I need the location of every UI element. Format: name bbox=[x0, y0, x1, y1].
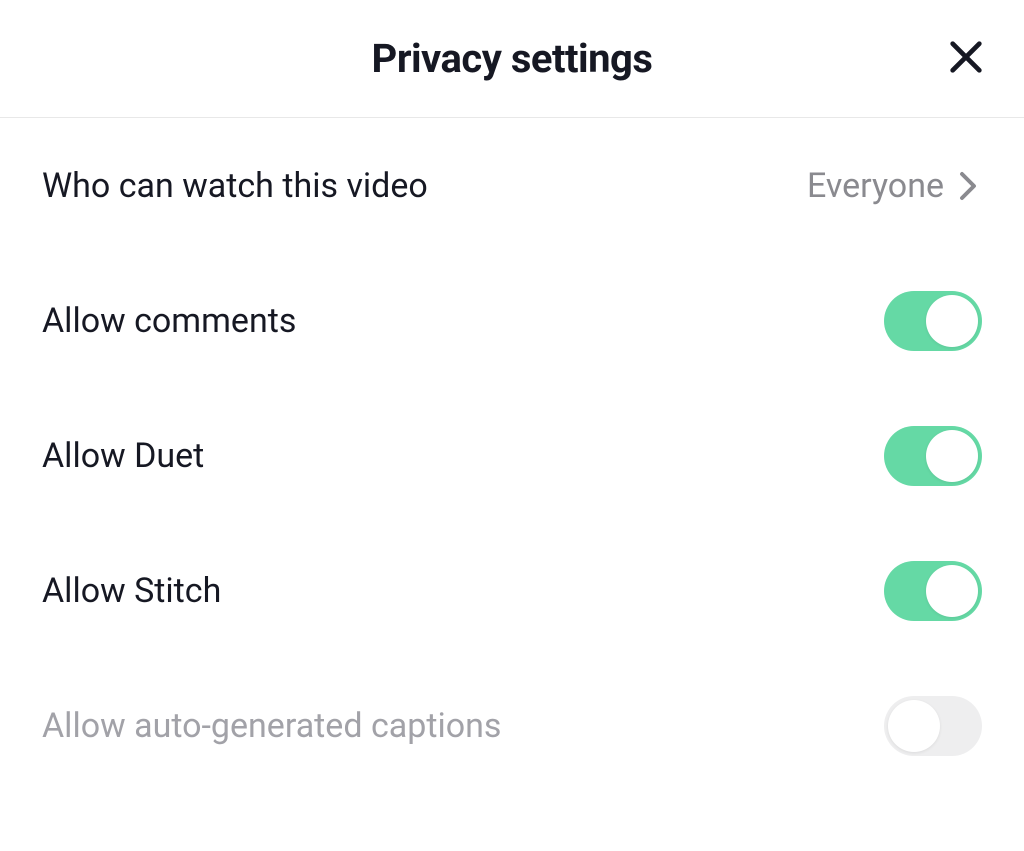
allow-captions-toggle[interactable] bbox=[884, 696, 982, 756]
allow-duet-toggle[interactable] bbox=[884, 426, 982, 486]
who-can-watch-value: Everyone bbox=[807, 166, 944, 206]
chevron-right-icon bbox=[954, 172, 982, 200]
close-icon bbox=[946, 37, 986, 81]
toggle-knob bbox=[888, 700, 940, 752]
allow-comments-toggle[interactable] bbox=[884, 291, 982, 351]
allow-stitch-toggle[interactable] bbox=[884, 561, 982, 621]
allow-captions-row: Allow auto-generated captions bbox=[42, 658, 982, 793]
allow-stitch-row: Allow Stitch bbox=[42, 523, 982, 658]
allow-duet-label: Allow Duet bbox=[42, 436, 204, 476]
allow-comments-label: Allow comments bbox=[42, 301, 296, 341]
who-can-watch-row[interactable]: Who can watch this video Everyone bbox=[42, 118, 982, 253]
who-can-watch-label: Who can watch this video bbox=[42, 166, 428, 206]
header: Privacy settings bbox=[0, 0, 1024, 118]
who-can-watch-value-wrap[interactable]: Everyone bbox=[807, 166, 982, 206]
settings-list: Who can watch this video Everyone Allow … bbox=[0, 118, 1024, 793]
page-title: Privacy settings bbox=[372, 35, 653, 82]
allow-stitch-label: Allow Stitch bbox=[42, 571, 221, 611]
toggle-knob bbox=[926, 565, 978, 617]
allow-captions-label: Allow auto-generated captions bbox=[42, 706, 501, 746]
allow-comments-row: Allow comments bbox=[42, 253, 982, 388]
allow-duet-row: Allow Duet bbox=[42, 388, 982, 523]
close-button[interactable] bbox=[944, 37, 988, 81]
toggle-knob bbox=[926, 430, 978, 482]
toggle-knob bbox=[926, 295, 978, 347]
